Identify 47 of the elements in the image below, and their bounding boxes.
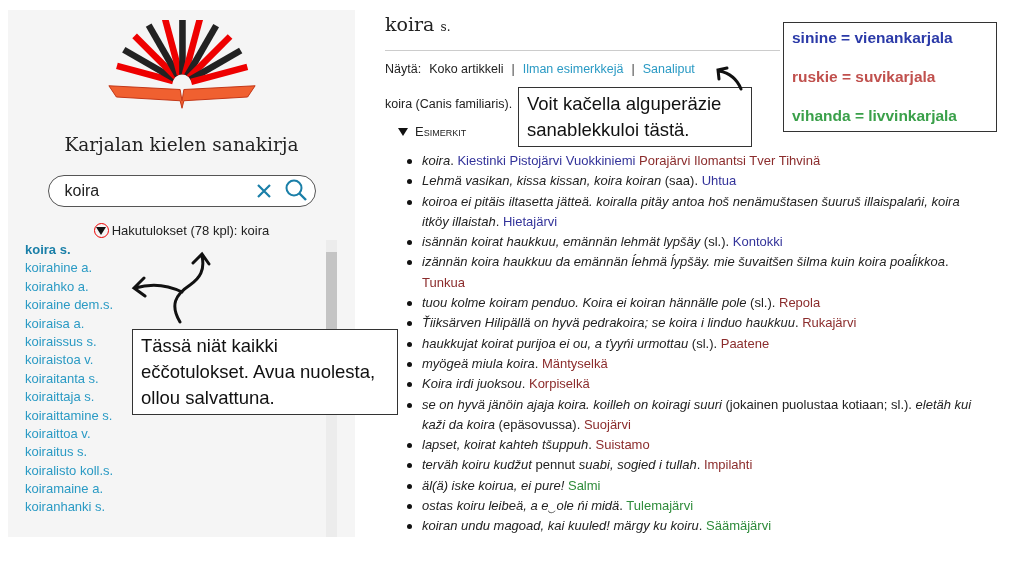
headword: koira (385, 13, 435, 35)
definition: koira (Canis familiaris). (385, 97, 513, 111)
part-of-speech: s. (440, 20, 451, 34)
separator: | (511, 62, 515, 76)
place-name: Korpiselkä (528, 376, 590, 392)
place-name: Repola (779, 295, 821, 311)
separator: | (631, 62, 635, 76)
hint-tooltip: Voit kačella alguperäzie sanablekkuloi tästä. (518, 87, 752, 147)
example-sentence: koira. Kiestinki Pistojärvi Vuokkiniemi Porajärvi Ilomantsi Tver Tihvinä (422, 152, 821, 170)
results-header: Hakutulokset (78 kpl): koira (111, 223, 270, 238)
example-sentence: se on hyvä jänöin ajaja koira. koilleh on koiragi suuri (jokainen puolustaa kotiaan; sl.). eletäh kui kaži da koira (epäsovussa). Suojärvi (422, 395, 973, 434)
site-title: Karjalan kielen sanakirja (64, 134, 299, 155)
place-name: Tulemajärvi (626, 498, 694, 514)
legend-entry: vihanda = livvinkarjala (792, 107, 958, 125)
example-sentence: koiroa ei pitäis iltasetta jätteä. koiralla pitäy antoa hoš nenämuštasen šuuruš illaispalańi, koira itköy illaistah. Hietajärvi (422, 192, 961, 231)
place-name: Kiestinki Pistojärvi Vuokkiniemi (457, 153, 636, 168)
example-sentence: äl(ä) iske koirua, ei pure! Salmi (422, 476, 601, 495)
place-name: Mäntyselkä (541, 355, 608, 371)
example-sentence: Ťiiksärven Hilipällä on hyvä pedrakoira; se koira i linduo haukkuu. Rukajärvi (422, 314, 857, 333)
example-sentence: koiran undu magoad, kai kuuled! märgy ku koiru. Säämäjärvi (422, 517, 772, 536)
example-sentence: Lehmä vasikan, kissa kissan, koira koiran (saa). Uhtua (422, 172, 737, 191)
place-name: Suojärvi (583, 416, 631, 432)
legend-entry: sinine = vienankarjala (792, 29, 954, 47)
example-sentence: isännän koirat haukkuu, emännän lehmät lypšäy (sl.). Kontokki (422, 233, 783, 252)
place-name: Porajärvi Ilomantsi Tver Tihvinä (639, 153, 821, 168)
place-name: Impilahti (703, 457, 753, 473)
hint-tooltip: Tässä niät kaikki eččotulokset. Avua nuolesta, ollou salvattuna. (132, 329, 398, 415)
place-name: Uhtua (701, 173, 737, 189)
place-name: Salmi (567, 477, 601, 493)
example-sentence: Koira irdi juoksou. Korpiselkä (422, 375, 590, 394)
example-sentence: haukkujat koirat purijoa ei ou, a ťyyńi urmottau (sl.). Paatene (422, 334, 770, 353)
example-sentence: tuou kolme koiram penduo. Koira ei koiran hännälle pole (sl.). Repola (422, 294, 821, 313)
example-sentence: myögeä miula koira. Mäntyselkä (422, 354, 608, 373)
example-sentence: terväh koiru kudžut pennut suabi, sogied i tullah. Impilahti (422, 456, 753, 475)
place-name: Tunkua (422, 274, 465, 290)
section-heading: Esimerkit (415, 124, 467, 139)
place-name: Hietajärvi (502, 213, 558, 229)
example-sentence: ostas koiru leibeä, a e‿ole ńi midä. Tulemajärvi (422, 497, 694, 516)
place-name: Paatene (720, 335, 770, 351)
place-name: Suistamo (595, 437, 650, 453)
example-sentence: izännän koira haukkuu da emännän ĺehmä ĺypšäy. mie šuvaitšen šilma kuin koira poaĺikkoa. Tunkua (422, 253, 950, 292)
place-name: Rukajärvi (802, 315, 857, 331)
example-sentence: lapset, koirat kahteh tšuppuh. Suistamo (422, 436, 650, 455)
place-name: Säämäjärvi (706, 518, 772, 534)
legend-entry: ruskie = suvikarjala (792, 68, 937, 86)
view-label: Näytä: (385, 62, 422, 76)
place-name: Kontokki (732, 234, 783, 250)
